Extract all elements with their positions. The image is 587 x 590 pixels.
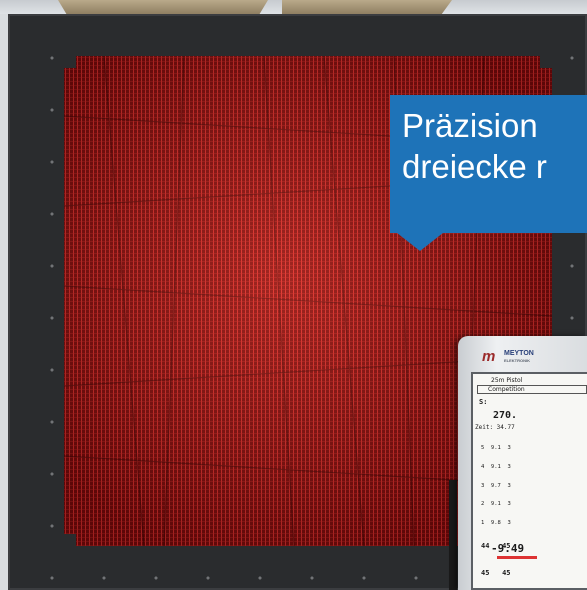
screen-mode: Competition (477, 385, 587, 394)
shot-row: 5 9.1 3 (481, 445, 511, 452)
callout-line-1: Präzision (402, 107, 538, 144)
top-tab-right (282, 0, 452, 14)
final-value: -9.49 (491, 542, 525, 555)
shot-row: 2 9.1 3 (481, 501, 511, 508)
top-tab-left (58, 0, 268, 14)
screen-s-label: S: (479, 398, 488, 406)
callout-arrow (392, 229, 448, 251)
shot-row: 4 9.1 3 (481, 464, 511, 471)
score-monitor: m MEYTON ELEKTRONIK 25m Pistol Competiti… (458, 336, 587, 590)
brand-name: MEYTON (504, 350, 534, 357)
brand-sub: ELEKTRONIK (504, 358, 530, 363)
screen-time: Zeit: 34.77 (475, 424, 515, 431)
red-marker (497, 556, 537, 559)
device-cable (449, 480, 457, 590)
callout-box: Präzision dreiecke r (390, 95, 587, 233)
screen-score: 270. (493, 410, 518, 421)
series-row: 45 45 (481, 569, 511, 577)
brand-logo: m MEYTON ELEKTRONIK (482, 348, 582, 366)
shot-row: 3 9.7 3 (481, 482, 511, 489)
callout-line-2: dreiecke r (402, 148, 547, 186)
shot-list: 5 9.1 3 4 9.1 3 3 9.7 3 2 9.1 3 1 9.8 3 (481, 433, 511, 538)
score-screen: 25m Pistol Competition S: 270. Zeit: 34.… (471, 372, 587, 590)
brand-mark-icon: m (482, 348, 496, 365)
screen-title: 25m Pistol (491, 377, 523, 384)
